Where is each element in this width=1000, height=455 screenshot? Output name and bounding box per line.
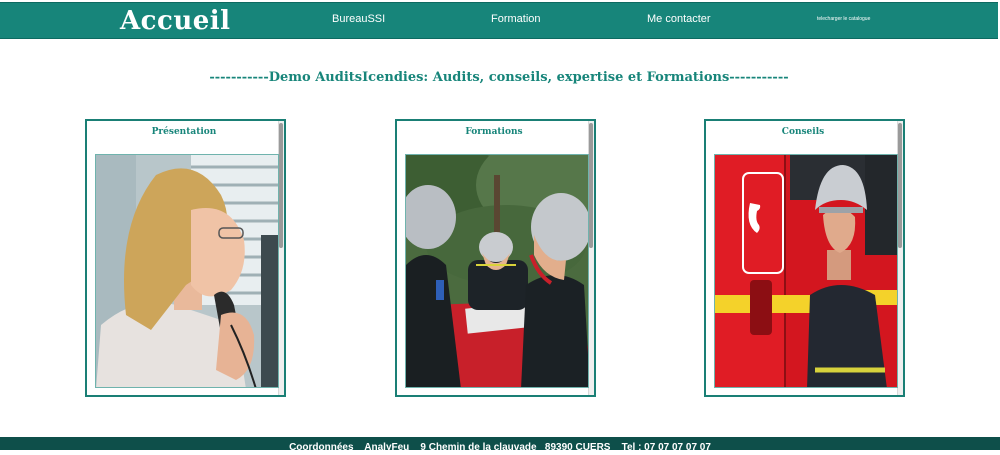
card-title: Formations [465,127,523,137]
card-title: Présentation [151,127,217,137]
scrollbar-thumb[interactable] [279,123,283,248]
card-presentation[interactable]: Présentation [85,119,286,397]
home-link[interactable]: Accueil [120,6,231,36]
nav-download-catalogue[interactable]: telecharger le catalogue [817,16,870,22]
nav-formation[interactable]: Formation [491,13,541,25]
footer-bar: Coordonnées AnalyFeu 9 Chemin de la clau… [0,437,1000,453]
card-title: Conseils [781,127,825,137]
footer-contact-info: Coordonnées AnalyFeu 9 Chemin de la clau… [289,442,711,453]
nav-bureaussi[interactable]: BureauSSI [332,13,385,25]
firefighters-training-photo [405,154,589,388]
scrollbar-thumb[interactable] [589,123,593,248]
firefighter-fire-truck-photo [714,154,898,388]
scrollbar-thumb[interactable] [898,123,902,248]
page-headline: -----------Demo AuditsIcendies: Audits, … [209,70,789,85]
nav-contact[interactable]: Me contacter [647,13,711,25]
top-navigation-bar: Accueil BureauSSI Formation Me contacter… [0,2,998,39]
card-conseils[interactable]: Conseils [704,119,905,397]
card-formations[interactable]: Formations [395,119,596,397]
woman-on-phone-photo [95,154,279,388]
